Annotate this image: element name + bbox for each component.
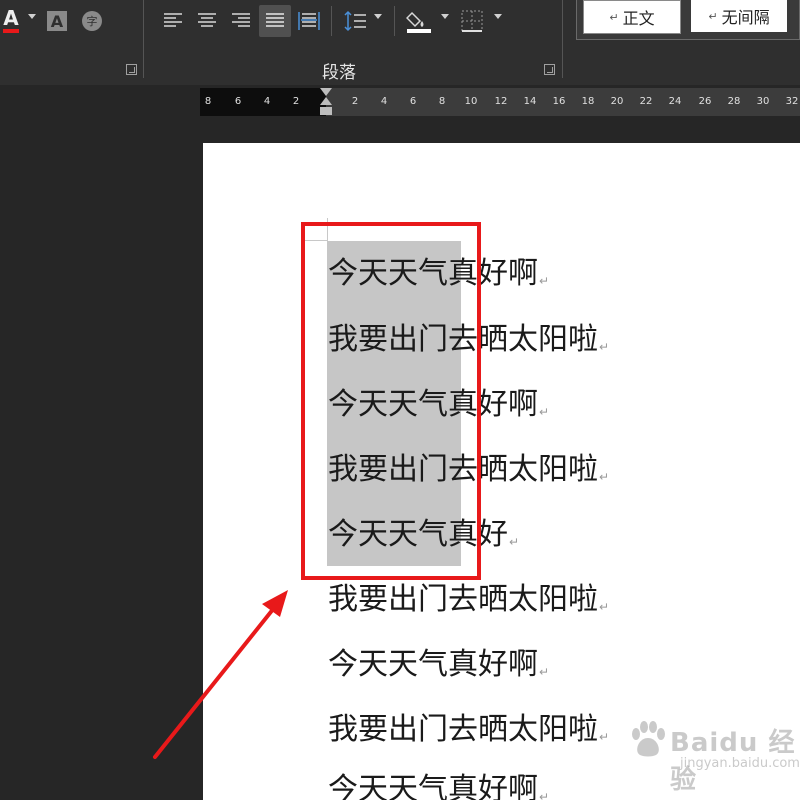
document-line[interactable]: 我要出门去晒太阳啦↵ [328,580,609,620]
ruler-tick-label: 2 [292,96,300,107]
paragraph-mark-icon: ↵ [539,274,550,288]
ruler-tick-label: 4 [263,96,271,107]
font-color-dropdown-icon[interactable] [28,14,36,19]
font-color-icon: A [3,7,19,33]
ruler-tick-label: 18 [581,96,595,107]
distributed-button[interactable] [293,5,325,37]
baidu-watermark: Baidu 经验 jingyan.baidu.com [622,720,800,800]
style-no-spacing[interactable]: ↵ 无间隔 [691,0,787,32]
line-text: 我要出门去晒太阳啦 [328,582,598,617]
align-center-icon [198,13,216,27]
line-spacing-dropdown-icon[interactable] [374,14,382,19]
paragraph-dialog-launcher-icon[interactable] [544,64,555,75]
toolbar-separator [394,6,395,36]
paragraph-mark-icon: ↵ [539,665,550,679]
paragraph-mark-icon: ↵ [599,600,610,614]
character-shading-icon: A [47,11,67,31]
shading-dropdown-icon[interactable] [441,14,449,19]
paragraph-mark-icon: ↵ [599,340,610,354]
ruler-tick-label: 8 [438,96,446,107]
paragraph-mark-icon: ↵ [509,535,520,549]
ruler-tick-label: 22 [639,96,653,107]
line-text: 今天天气真好啊 [328,772,538,800]
watermark-url: jingyan.baidu.com [680,756,800,771]
align-right-icon [232,13,250,27]
ruler-tick-label: 14 [523,96,537,107]
borders-button[interactable] [456,5,488,37]
align-center-button[interactable] [191,5,223,37]
paragraph-mark-icon: ↵ [708,9,718,23]
ruler-tick-label: 12 [494,96,508,107]
borders-dropdown-icon[interactable] [494,14,502,19]
first-line-indent-marker[interactable] [320,88,332,96]
ruler-tick-label: 30 [756,96,770,107]
ruler-tick-label: 10 [464,96,478,107]
toolbar-separator [331,6,332,36]
group-separator [562,0,563,78]
style-no-spacing-label: 无间隔 [721,8,770,27]
character-shading-button[interactable]: A [42,5,72,37]
borders-icon [461,10,483,32]
line-text: 今天天气真好啊 [328,647,538,682]
paw-logo-icon [632,721,665,757]
font-color-button[interactable]: A [0,4,22,36]
ruler-tick-label: 16 [552,96,566,107]
line-spacing-icon [344,10,366,32]
document-page[interactable]: 今天天气真好啊↵ 我要出门去晒太阳啦↵ 今天天气真好啊↵ 我要出门去晒太阳啦↵ … [203,143,800,800]
paragraph-mark-icon: ↵ [609,10,619,24]
ruler-tick-label: 24 [668,96,682,107]
align-right-button[interactable] [225,5,257,37]
justify-icon [266,13,284,27]
document-line[interactable]: 今天天气真好啊↵ [328,770,549,800]
paragraph-mark-icon: ↵ [599,470,610,484]
line-text: 我要出门去晒太阳啦 [328,712,598,747]
shading-button[interactable] [403,5,435,37]
ruler-tick-label: 28 [727,96,741,107]
left-indent-marker[interactable] [320,107,332,115]
ruler-tick-label: 4 [380,96,388,107]
style-normal[interactable]: ↵ 正文 [583,0,681,34]
paragraph-group-label: 段落 [322,63,356,83]
ruler-tick-label: 6 [234,96,242,107]
paragraph-mark-icon: ↵ [599,730,610,744]
ribbon: A A 字 段落 ↵ 正文 ↵ 无间隔 [0,0,800,85]
document-line[interactable]: 今天天气真好啊↵ [328,645,549,685]
enclose-characters-icon: 字 [82,11,102,31]
line-spacing-button[interactable] [340,5,370,37]
paragraph-mark-icon: ↵ [539,405,550,419]
font-dialog-launcher-icon[interactable] [126,64,137,75]
ruler-tick-label: 8 [204,96,212,107]
ruler-tick-label: 2 [351,96,359,107]
horizontal-ruler[interactable]: 8 6 4 2 2 4 6 8 10 12 14 16 18 20 22 24 … [200,88,800,116]
paint-bucket-icon [406,11,431,33]
ruler-tick-label: 32 [785,96,799,107]
ruler-tick-label: 26 [698,96,712,107]
paragraph-mark-icon: ↵ [539,790,550,800]
ruler-tick-label: 20 [610,96,624,107]
group-separator [143,0,144,78]
align-left-icon [164,13,182,27]
styles-gallery: ↵ 正文 ↵ 无间隔 [576,0,800,40]
enclose-characters-button[interactable]: 字 [76,5,108,37]
style-normal-label: 正文 [622,9,655,28]
ruler-tick-label: 6 [409,96,417,107]
justify-button[interactable] [259,5,291,37]
distributed-icon [298,12,320,30]
hanging-indent-marker[interactable] [320,97,332,105]
highlight-annotation-box [301,222,481,580]
document-line[interactable]: 我要出门去晒太阳啦↵ [328,710,609,750]
align-left-button[interactable] [157,5,189,37]
